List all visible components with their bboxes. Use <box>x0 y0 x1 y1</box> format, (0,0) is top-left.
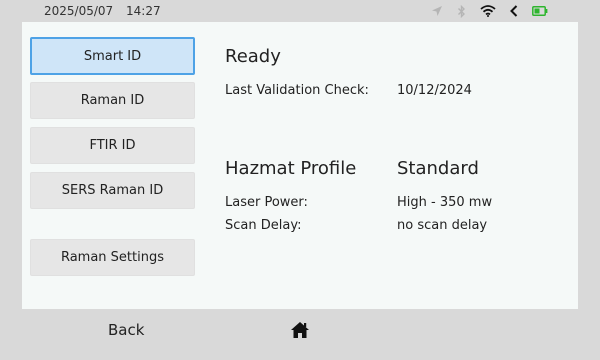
laser-power-label: Laser Power: <box>225 195 308 210</box>
scan-delay-value: no scan delay <box>397 218 488 233</box>
ftir-id-button[interactable]: FTIR ID <box>30 127 195 164</box>
location-arrow-icon <box>431 5 443 17</box>
status-icons <box>431 3 548 19</box>
status-time: 14:27 <box>126 4 161 18</box>
main-panel: Smart ID Raman ID FTIR ID SERS Raman ID … <box>22 22 578 309</box>
validation-label: Last Validation Check: <box>225 83 369 98</box>
back-chevron-icon[interactable] <box>510 5 518 17</box>
bluetooth-icon <box>457 4 466 18</box>
smart-id-button[interactable]: Smart ID <box>30 37 195 75</box>
validation-value: 10/12/2024 <box>397 83 472 98</box>
wifi-icon <box>480 5 496 17</box>
raman-id-button[interactable]: Raman ID <box>30 82 195 119</box>
status-bar: 2025/05/07 14:27 <box>0 0 600 22</box>
raman-settings-button[interactable]: Raman Settings <box>30 239 195 276</box>
home-icon[interactable] <box>290 321 310 339</box>
scan-delay-label: Scan Delay: <box>225 218 302 233</box>
hazmat-profile-value: Standard <box>397 158 479 179</box>
status-title: Ready <box>225 46 281 67</box>
hazmat-profile-label: Hazmat Profile <box>225 158 357 179</box>
sers-raman-id-button[interactable]: SERS Raman ID <box>30 172 195 209</box>
laser-power-value: High - 350 mw <box>397 195 493 210</box>
bottom-nav: Back <box>0 309 600 360</box>
back-button[interactable]: Back <box>108 321 144 339</box>
battery-icon <box>532 6 548 16</box>
status-date: 2025/05/07 <box>44 4 114 18</box>
